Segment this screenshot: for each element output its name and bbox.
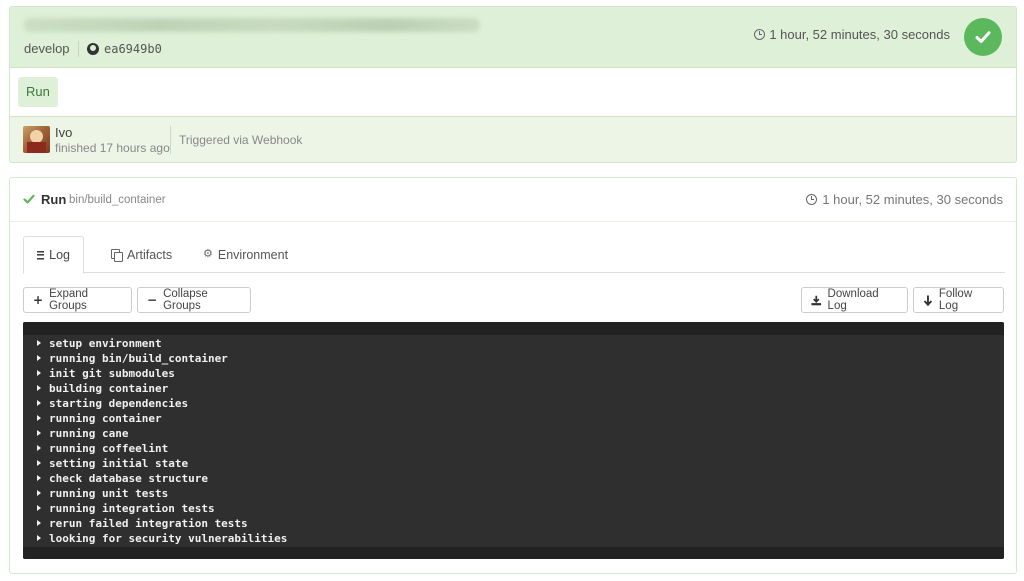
follow-log-button[interactable]: Follow Log xyxy=(913,287,1004,313)
log-group[interactable]: running bin/build_container xyxy=(23,351,1004,366)
branch-name[interactable]: develop xyxy=(24,41,70,56)
log-group[interactable]: running coffeelint xyxy=(23,441,1004,456)
log-group-label: running cane xyxy=(49,427,129,440)
list-icon xyxy=(37,250,45,260)
clock-icon xyxy=(806,194,818,205)
collapse-groups-button[interactable]: − Collapse Groups xyxy=(137,287,251,313)
check-icon xyxy=(23,194,35,204)
clock-icon xyxy=(754,29,766,40)
finished-time: finished 17 hours ago xyxy=(55,141,170,155)
tab-label: Environment xyxy=(217,247,289,262)
copy-icon xyxy=(111,249,123,262)
log-group-label: setup environment xyxy=(49,337,162,350)
gears-icon: ⚙ xyxy=(203,248,213,260)
log-group[interactable]: running integration tests xyxy=(23,501,1004,516)
log-group-label: building container xyxy=(49,382,169,395)
log-group[interactable]: starting dependencies xyxy=(23,396,1004,411)
tab-artifacts[interactable]: Artifacts xyxy=(98,236,185,273)
expand-groups-button[interactable]: + Expand Groups xyxy=(23,287,132,313)
caret-right-icon xyxy=(37,535,41,541)
caret-right-icon xyxy=(37,475,41,481)
log-group[interactable]: looking for security vulnerabilities xyxy=(23,531,1004,546)
arrow-down-icon xyxy=(923,295,933,306)
log-group[interactable]: init git submodules xyxy=(23,366,1004,381)
log-group-label: running unit tests xyxy=(49,487,169,500)
job-header[interactable]: Run bin/build_container 1 hour, 52 minut… xyxy=(10,178,1016,222)
commit-link[interactable]: ea6949b0 xyxy=(78,41,162,57)
log-group-label: running container xyxy=(49,412,162,425)
pipeline-step-run[interactable]: Run xyxy=(18,77,58,107)
caret-right-icon xyxy=(37,370,41,376)
log-group[interactable]: rerun failed integration tests xyxy=(23,516,1004,531)
job-duration: 1 hour, 52 minutes, 30 seconds xyxy=(806,192,1003,207)
log-group[interactable]: setup environment xyxy=(23,336,1004,351)
log-group-list: setup environment running bin/build_cont… xyxy=(23,336,1004,546)
button-label: Expand Groups xyxy=(49,288,89,312)
caret-right-icon xyxy=(37,385,41,391)
download-log-button[interactable]: Download Log xyxy=(801,287,908,313)
log-group[interactable]: building container xyxy=(23,381,1004,396)
plus-icon: + xyxy=(33,293,44,307)
log-bottom-bar xyxy=(23,547,1004,559)
author-row: Ivo finished 17 hours ago Triggered via … xyxy=(10,116,1016,162)
caret-right-icon xyxy=(37,520,41,526)
github-icon xyxy=(87,43,99,55)
caret-right-icon xyxy=(37,355,41,361)
log-group-label: running integration tests xyxy=(49,502,215,515)
button-label: Follow Log xyxy=(938,288,973,312)
log-output[interactable]: setup environment running bin/build_cont… xyxy=(23,322,1004,559)
job-command: bin/build_container xyxy=(69,194,166,206)
log-group[interactable]: running unit tests xyxy=(23,486,1004,501)
job-duration-text: 1 hour, 52 minutes, 30 seconds xyxy=(822,192,1003,207)
divider xyxy=(170,126,171,154)
tab-label: Artifacts xyxy=(127,247,173,262)
caret-right-icon xyxy=(37,340,41,346)
divider xyxy=(78,41,79,57)
log-group-label: init git submodules xyxy=(49,367,175,380)
job-name: Run xyxy=(41,192,67,207)
caret-right-icon xyxy=(37,490,41,496)
author-name: Ivo xyxy=(55,125,73,140)
check-icon xyxy=(975,31,991,43)
log-group-label: running coffeelint xyxy=(49,442,169,455)
job-card: Run bin/build_container 1 hour, 52 minut… xyxy=(9,177,1017,574)
log-group[interactable]: setting initial state xyxy=(23,456,1004,471)
log-top-bar xyxy=(23,322,1004,335)
log-group[interactable]: running cane xyxy=(23,426,1004,441)
tab-label: Log xyxy=(49,248,70,262)
avatar xyxy=(23,126,50,153)
log-group-label: looking for security vulnerabilities xyxy=(49,532,288,545)
build-card: develop ea6949b0 1 hour, 52 minutes, 30 … xyxy=(9,6,1017,163)
download-icon xyxy=(811,295,822,305)
log-group-label: running bin/build_container xyxy=(49,352,228,365)
trigger-source: Triggered via Webhook xyxy=(179,133,303,147)
tab-environment[interactable]: ⚙ Environment xyxy=(190,236,301,273)
caret-right-icon xyxy=(37,460,41,466)
caret-right-icon xyxy=(37,445,41,451)
caret-right-icon xyxy=(37,430,41,436)
log-group[interactable]: running container xyxy=(23,411,1004,426)
build-title-redacted xyxy=(24,18,480,32)
button-label: Download Log xyxy=(827,288,879,312)
caret-right-icon xyxy=(37,400,41,406)
log-group[interactable]: check database structure xyxy=(23,471,1004,486)
caret-right-icon xyxy=(37,505,41,511)
build-status-badge xyxy=(964,18,1002,56)
tab-log[interactable]: Log xyxy=(23,236,84,274)
button-label: Collapse Groups xyxy=(163,288,208,312)
build-header: develop ea6949b0 1 hour, 52 minutes, 30 … xyxy=(10,7,1016,68)
log-group-label: starting dependencies xyxy=(49,397,189,410)
minus-icon: − xyxy=(147,293,158,307)
log-group-label: rerun failed integration tests xyxy=(49,517,248,530)
commit-sha[interactable]: ea6949b0 xyxy=(104,42,162,56)
caret-right-icon xyxy=(37,415,41,421)
job-tabs: Log Artifacts ⚙ Environment xyxy=(23,236,1005,274)
log-group-label: setting initial state xyxy=(49,457,189,470)
build-duration-text: 1 hour, 52 minutes, 30 seconds xyxy=(769,27,950,42)
log-group-label: check database structure xyxy=(49,472,208,485)
build-duration: 1 hour, 52 minutes, 30 seconds xyxy=(754,27,950,42)
